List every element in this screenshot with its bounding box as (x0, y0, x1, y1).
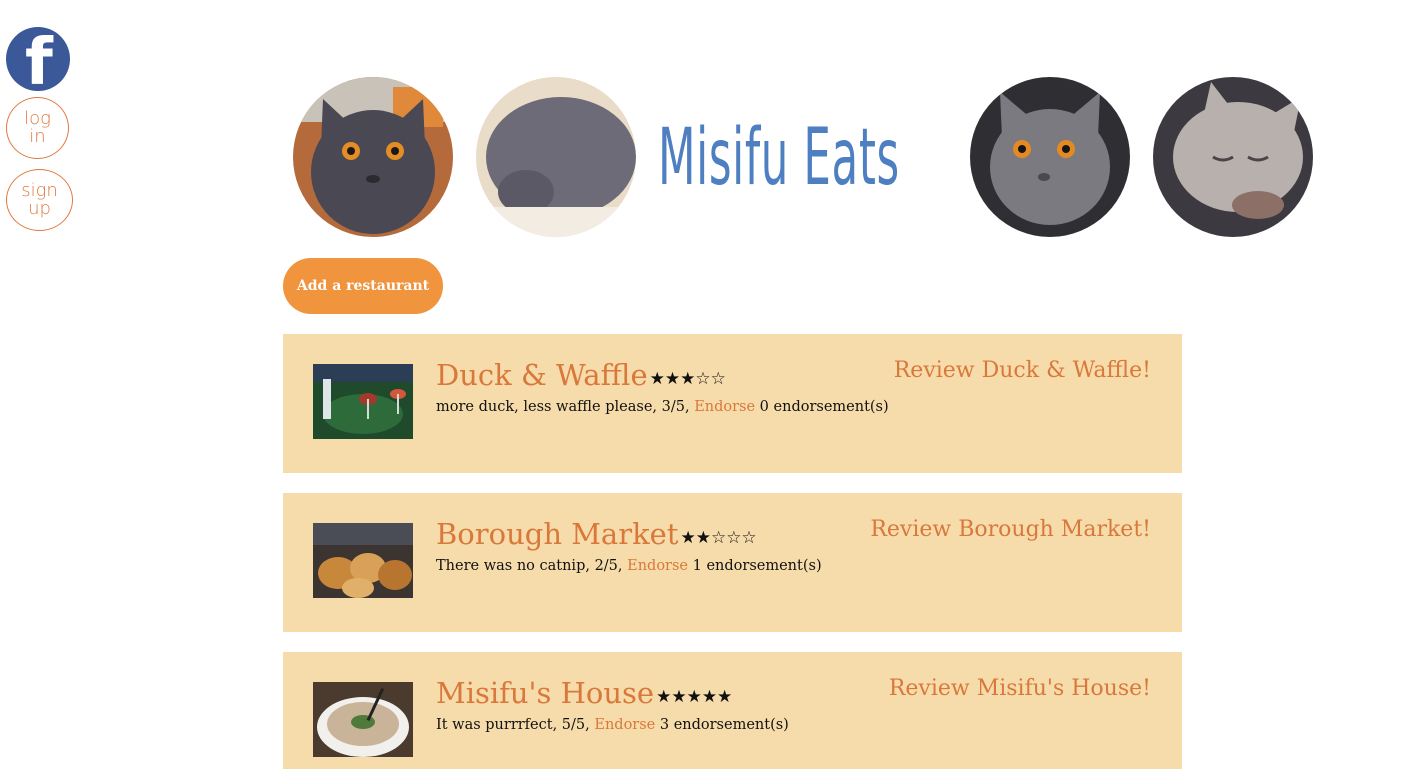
endorse-link[interactable]: Endorse (594, 717, 655, 733)
cat-photo-2 (476, 77, 636, 237)
restaurant-name[interactable]: Duck & Waffle ★★★☆☆ (436, 358, 726, 392)
restaurant-name[interactable]: Borough Market ★★☆☆☆ (436, 517, 757, 551)
review-restaurant-link[interactable]: Review Duck & Waffle! (894, 358, 1151, 383)
restaurant-card: Borough Market ★★☆☆☆ There was no catnip,… (283, 493, 1182, 632)
review-line: It was purrrfect, 5/5, Endorse 3 endorse… (436, 717, 789, 733)
restaurant-name-text[interactable]: Duck & Waffle (436, 358, 648, 392)
restaurant-name[interactable]: Misifu's House ★★★★★ (436, 676, 732, 710)
endorsement-count: 1 endorsement(s) (688, 558, 822, 574)
endorsement-count: 0 endorsement(s) (755, 399, 889, 415)
restaurant-card: Duck & Waffle ★★★☆☆ more duck, less waffl… (283, 334, 1182, 473)
star-rating: ★★★☆☆ (649, 369, 726, 389)
review-restaurant-link[interactable]: Review Borough Market! (870, 517, 1151, 542)
star-rating: ★★☆☆☆ (680, 528, 757, 548)
cat-photo-3 (970, 77, 1130, 237)
site-title: Misifu Eats (658, 113, 900, 203)
review-line: more duck, less waffle please, 3/5, Endo… (436, 399, 889, 415)
endorse-link[interactable]: Endorse (627, 558, 688, 574)
endorsement-count: 3 endorsement(s) (655, 717, 789, 733)
login-button[interactable]: log in (6, 97, 69, 159)
page: f log in sign up Misifu Eats Add a resta… (0, 0, 1412, 769)
facebook-icon: f (25, 27, 53, 91)
cat-photo-1 (293, 77, 453, 237)
restaurant-thumbnail (313, 523, 413, 598)
review-text: It was purrrfect, 5/5, (436, 717, 595, 733)
cat-photo-4 (1153, 77, 1313, 237)
restaurant-name-text[interactable]: Misifu's House (436, 676, 654, 710)
review-restaurant-link[interactable]: Review Misifu's House! (889, 676, 1151, 701)
restaurant-card: Misifu's House ★★★★★ It was purrrfect, 5/… (283, 652, 1182, 769)
facebook-login-icon[interactable]: f (6, 27, 70, 91)
star-rating: ★★★★★ (656, 687, 733, 707)
review-text: more duck, less waffle please, 3/5, (436, 399, 695, 415)
restaurant-thumbnail (313, 364, 413, 439)
endorse-link[interactable]: Endorse (694, 399, 755, 415)
review-line: There was no catnip, 2/5, Endorse 1 endo… (436, 558, 822, 574)
restaurant-thumbnail (313, 682, 413, 757)
signup-button[interactable]: sign up (6, 169, 73, 231)
restaurant-name-text[interactable]: Borough Market (436, 517, 678, 551)
add-restaurant-button[interactable]: Add a restaurant (283, 258, 443, 314)
review-text: There was no catnip, 2/5, (436, 558, 628, 574)
